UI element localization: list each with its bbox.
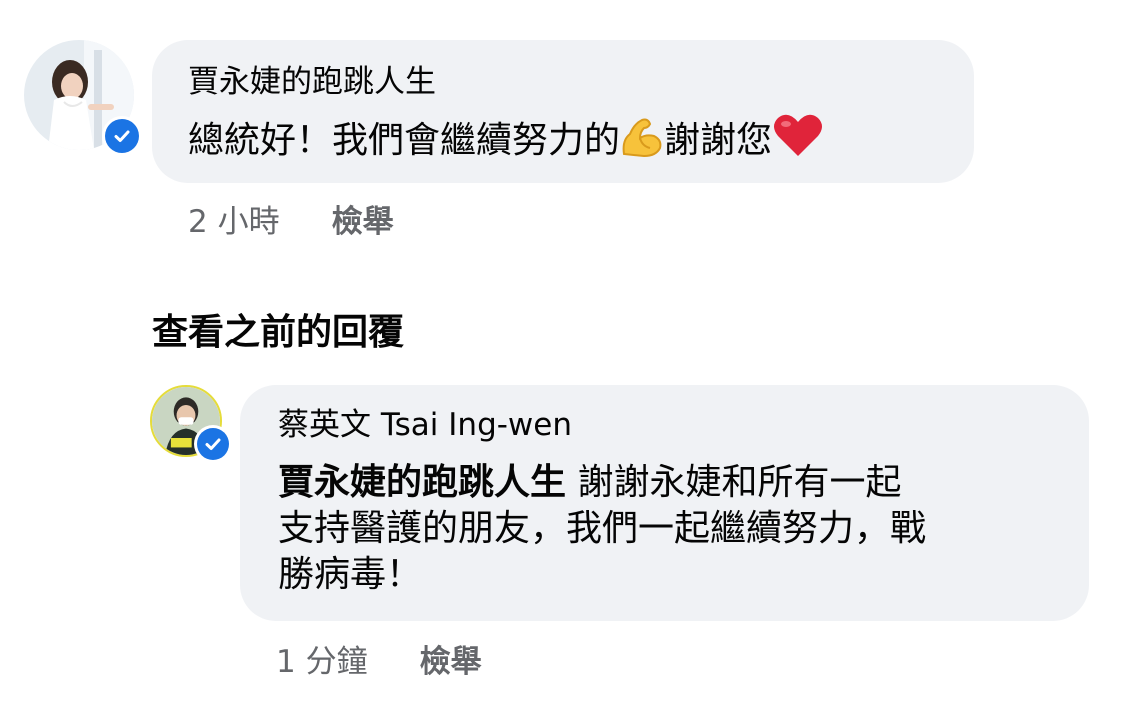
reply-meta: 1 分鐘 檢舉 xyxy=(276,636,482,681)
flexed-biceps-icon xyxy=(620,116,664,170)
reply-text-line2: 支持醫護的朋友，我們一起繼續努力，戰 xyxy=(278,508,927,549)
avatar[interactable] xyxy=(24,40,142,156)
report-link[interactable]: 檢舉 xyxy=(332,196,394,241)
reply-text-line3: 勝病毒！ xyxy=(278,554,423,595)
comment-author[interactable]: 賈永婕的跑跳人生 xyxy=(188,62,436,102)
red-heart-icon xyxy=(772,112,824,170)
comment-thread: 賈永婕的跑跳人生 總統好！我們會繼續努力的 謝謝您 2 小時 檢舉 查看之前的回… xyxy=(0,0,1125,716)
verified-badge-icon xyxy=(102,116,142,156)
comment-text-thanks: 謝謝您 xyxy=(664,120,773,161)
comment-text-main: 總統好！我們會繼續努力的 xyxy=(188,120,621,161)
reply-text-line1: 謝謝永婕和所有一起 xyxy=(566,462,902,503)
verified-badge-icon xyxy=(194,425,232,463)
reply-author[interactable]: 蔡英文 Tsai Ing-wen xyxy=(278,405,572,445)
comment-meta: 2 小時 檢舉 xyxy=(188,196,394,241)
comment-time[interactable]: 2 小時 xyxy=(188,196,280,241)
mention-link[interactable]: 賈永婕的跑跳人生 xyxy=(278,462,566,503)
reply-time[interactable]: 1 分鐘 xyxy=(276,636,368,681)
comment-bubble: 賈永婕的跑跳人生 總統好！我們會繼續努力的 謝謝您 xyxy=(152,40,974,183)
avatar[interactable] xyxy=(150,385,232,463)
reply-bubble: 蔡英文 Tsai Ing-wen 賈永婕的跑跳人生 謝謝永婕和所有一起 支持醫護… xyxy=(240,385,1089,621)
view-previous-replies-link[interactable]: 查看之前的回覆 xyxy=(152,303,404,355)
report-link[interactable]: 檢舉 xyxy=(420,636,482,681)
reply-text: 賈永婕的跑跳人生 謝謝永婕和所有一起 支持醫護的朋友，我們一起繼續努力，戰 勝病… xyxy=(278,460,1068,598)
comment-text: 總統好！我們會繼續努力的 謝謝您 xyxy=(188,112,824,170)
